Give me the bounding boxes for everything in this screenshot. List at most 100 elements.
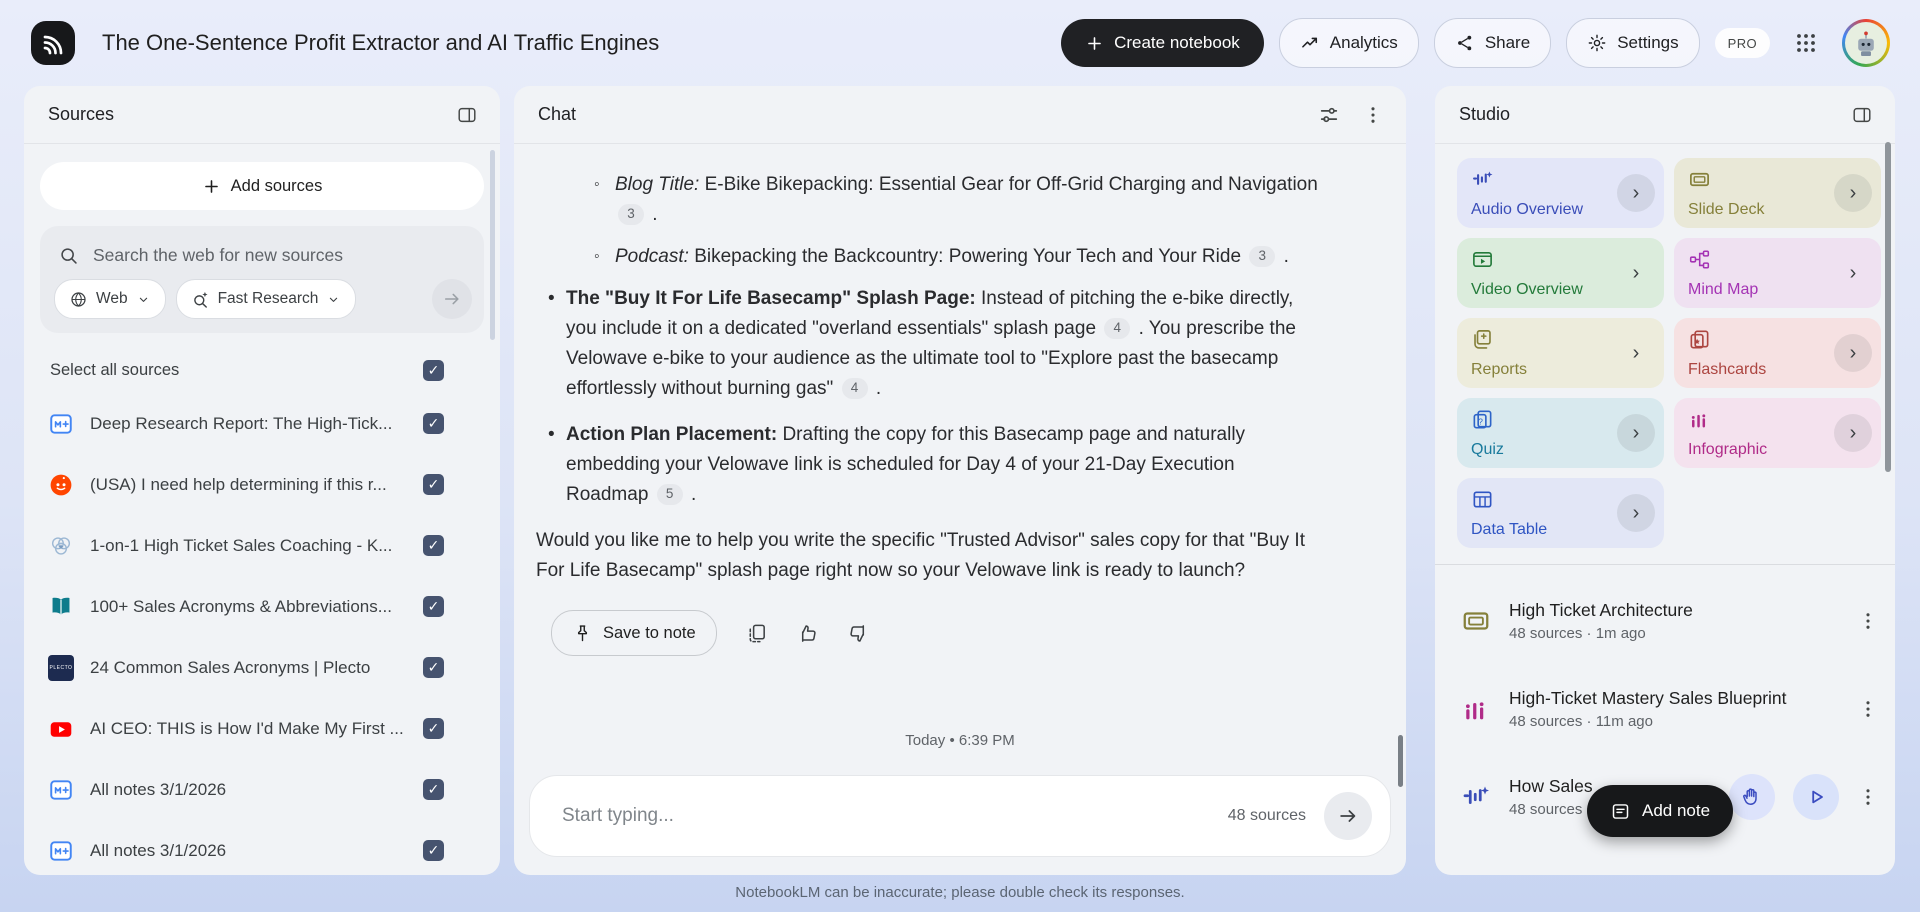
chevron-down-icon xyxy=(326,292,341,307)
doc-source-icon xyxy=(48,777,74,803)
source-list-item[interactable]: Deep Research Report: The High-Tick... ✓ xyxy=(24,393,500,454)
source-list-item[interactable]: PLECTO 24 Common Sales Acronyms | Plecto ✓ xyxy=(24,637,500,698)
chat-menu-icon[interactable] xyxy=(1358,100,1388,130)
studio-item[interactable]: High-Ticket Mastery Sales Blueprint 48 so… xyxy=(1435,665,1895,753)
tile-label: Reports xyxy=(1471,361,1528,378)
settings-button[interactable]: Settings xyxy=(1566,18,1700,68)
source-title: Deep Research Report: The High-Tick... xyxy=(90,413,393,433)
source-checkbox[interactable]: ✓ xyxy=(423,535,444,556)
apps-grid-button[interactable] xyxy=(1785,22,1827,64)
analytics-button[interactable]: Analytics xyxy=(1278,18,1419,68)
web-filter-button[interactable]: Web xyxy=(54,279,166,319)
create-notebook-button[interactable]: Create notebook xyxy=(1061,19,1264,67)
disclaimer-text: NotebookLM can be inaccurate; please dou… xyxy=(735,884,1185,901)
copy-response-button[interactable] xyxy=(745,622,768,645)
source-title: AI CEO: THIS is How I'd Make My First ..… xyxy=(90,718,404,738)
venn-icon xyxy=(48,533,74,559)
audio-overview-icon xyxy=(1461,782,1491,812)
source-checkbox[interactable]: ✓ xyxy=(423,779,444,800)
citation-chip[interactable]: 3 xyxy=(618,203,644,225)
item-menu-button[interactable] xyxy=(1857,786,1879,808)
chat-scrollbar[interactable] xyxy=(1398,735,1403,787)
studio-item[interactable]: High Ticket Architecture 48 sources · 1m … xyxy=(1435,577,1895,665)
studio-tile-audio-overview[interactable]: Audio Overview › xyxy=(1457,158,1664,228)
chat-input-bar: 48 sources xyxy=(529,775,1391,857)
studio-item-title: High-Ticket Mastery Sales Blueprint xyxy=(1509,688,1787,708)
studio-scrollbar[interactable] xyxy=(1885,142,1891,472)
chat-panel-title: Chat xyxy=(538,104,577,124)
tile-label: Quiz xyxy=(1471,441,1504,458)
notebooklm-logo-icon[interactable] xyxy=(30,20,76,66)
pin-icon xyxy=(572,623,593,644)
account-avatar[interactable] xyxy=(1842,19,1890,67)
chevron-right-icon: › xyxy=(1849,261,1857,284)
citation-chip[interactable]: 5 xyxy=(656,483,683,505)
source-checkbox[interactable]: ✓ xyxy=(423,413,444,434)
item-menu-button[interactable] xyxy=(1857,698,1879,720)
source-checkbox[interactable]: ✓ xyxy=(423,596,444,617)
citation-chip[interactable]: 4 xyxy=(1104,317,1131,339)
avatar-robot-image xyxy=(1845,22,1887,64)
notebook-title[interactable]: The One-Sentence Profit Extractor and AI… xyxy=(102,30,659,56)
studio-item-text: High-Ticket Mastery Sales Blueprint 48 so… xyxy=(1509,688,1839,730)
add-note-button[interactable]: Add note xyxy=(1587,785,1734,837)
studio-tile-slide-deck[interactable]: Slide Deck › xyxy=(1674,158,1881,228)
chevron-right-icon: › xyxy=(1834,334,1872,372)
send-message-button[interactable] xyxy=(1324,792,1372,840)
chat-panel: Chat ◦ Blog Title: E-Bike Bikepacking: Es… xyxy=(514,86,1406,875)
book-icon xyxy=(48,594,74,620)
chat-text: E-Bike Bikepacking: Essential Gear for O… xyxy=(699,174,1318,195)
source-checkbox[interactable]: ✓ xyxy=(423,840,444,861)
chat-message-area: ◦ Blog Title: E-Bike Bikepacking: Essenti… xyxy=(514,144,1406,732)
source-list-item[interactable]: All notes 3/1/2026 ✓ xyxy=(24,759,500,820)
studio-tile-mind-map[interactable]: Mind Map › xyxy=(1674,238,1881,308)
chat-text: . xyxy=(870,378,882,399)
tile-label: Slide Deck xyxy=(1688,201,1765,218)
source-list-item[interactable]: AI CEO: THIS is How I'd Make My First ..… xyxy=(24,698,500,759)
studio-tile-flashcards[interactable]: Flashcards › xyxy=(1674,318,1881,388)
source-title: All notes 3/1/2026 xyxy=(90,779,227,799)
add-sources-button[interactable]: Add sources xyxy=(40,162,484,210)
chat-configure-icon[interactable] xyxy=(1314,100,1344,130)
citation-chip[interactable]: 3 xyxy=(1249,245,1276,267)
studio-tile-infographic[interactable]: Infographic › xyxy=(1674,398,1881,468)
source-count-label: 48 sources xyxy=(1227,807,1306,824)
play-audio-button[interactable] xyxy=(1793,774,1839,820)
timestamp-divider: Today • 6:39 PM xyxy=(905,732,1015,749)
save-to-note-button[interactable]: Save to note xyxy=(551,610,717,656)
source-title: 100+ Sales Acronyms & Abbreviations... xyxy=(90,596,392,616)
interactive-mode-button[interactable] xyxy=(1729,774,1775,820)
chat-block: • Action Plan Placement: Drafting the cop… xyxy=(536,420,1322,510)
source-list-item[interactable]: (USA) I need help determining if this r.… xyxy=(24,454,500,515)
select-all-checkbox[interactable]: ✓ xyxy=(423,359,444,381)
source-checkbox[interactable]: ✓ xyxy=(423,474,444,495)
source-list-item[interactable]: All notes 3/1/2026 ✓ xyxy=(24,820,500,875)
gear-icon xyxy=(1587,33,1607,53)
studio-tile-quiz[interactable]: ? Quiz › xyxy=(1457,398,1664,468)
item-menu-button[interactable] xyxy=(1857,610,1879,632)
source-checkbox[interactable]: ✓ xyxy=(423,718,444,739)
source-list-item[interactable]: 1-on-1 High Ticket Sales Coaching - K...… xyxy=(24,515,500,576)
sources-scrollbar[interactable] xyxy=(490,150,495,340)
studio-item-meta: 48 sources · 1m ago xyxy=(1509,625,1646,642)
collapse-sources-panel-icon[interactable] xyxy=(452,100,482,130)
source-checkbox[interactable]: ✓ xyxy=(423,657,444,678)
studio-tile-data-table[interactable]: Data Table › xyxy=(1457,478,1664,548)
source-list-item[interactable]: 100+ Sales Acronyms & Abbreviations... ✓ xyxy=(24,576,500,637)
studio-tile-reports[interactable]: Reports › xyxy=(1457,318,1664,388)
share-icon xyxy=(1455,33,1475,53)
chat-block: • The "Buy It For Life Basecamp" Splash P… xyxy=(536,284,1322,404)
studio-tile-video-overview[interactable]: Video Overview › xyxy=(1457,238,1664,308)
youtube-icon xyxy=(48,716,74,742)
chat-input[interactable] xyxy=(560,804,1228,828)
share-button[interactable]: Share xyxy=(1433,18,1552,68)
submit-search-button[interactable] xyxy=(432,279,472,319)
arrow-right-icon xyxy=(442,289,462,309)
citation-chip[interactable]: 4 xyxy=(841,377,868,399)
research-mode-button[interactable]: Fast Research xyxy=(175,279,357,319)
note-icon xyxy=(1610,801,1631,822)
web-search-input[interactable] xyxy=(91,244,466,267)
thumb-up-button[interactable] xyxy=(796,622,819,645)
collapse-studio-panel-icon[interactable] xyxy=(1847,100,1877,130)
thumb-down-button[interactable] xyxy=(847,622,870,645)
